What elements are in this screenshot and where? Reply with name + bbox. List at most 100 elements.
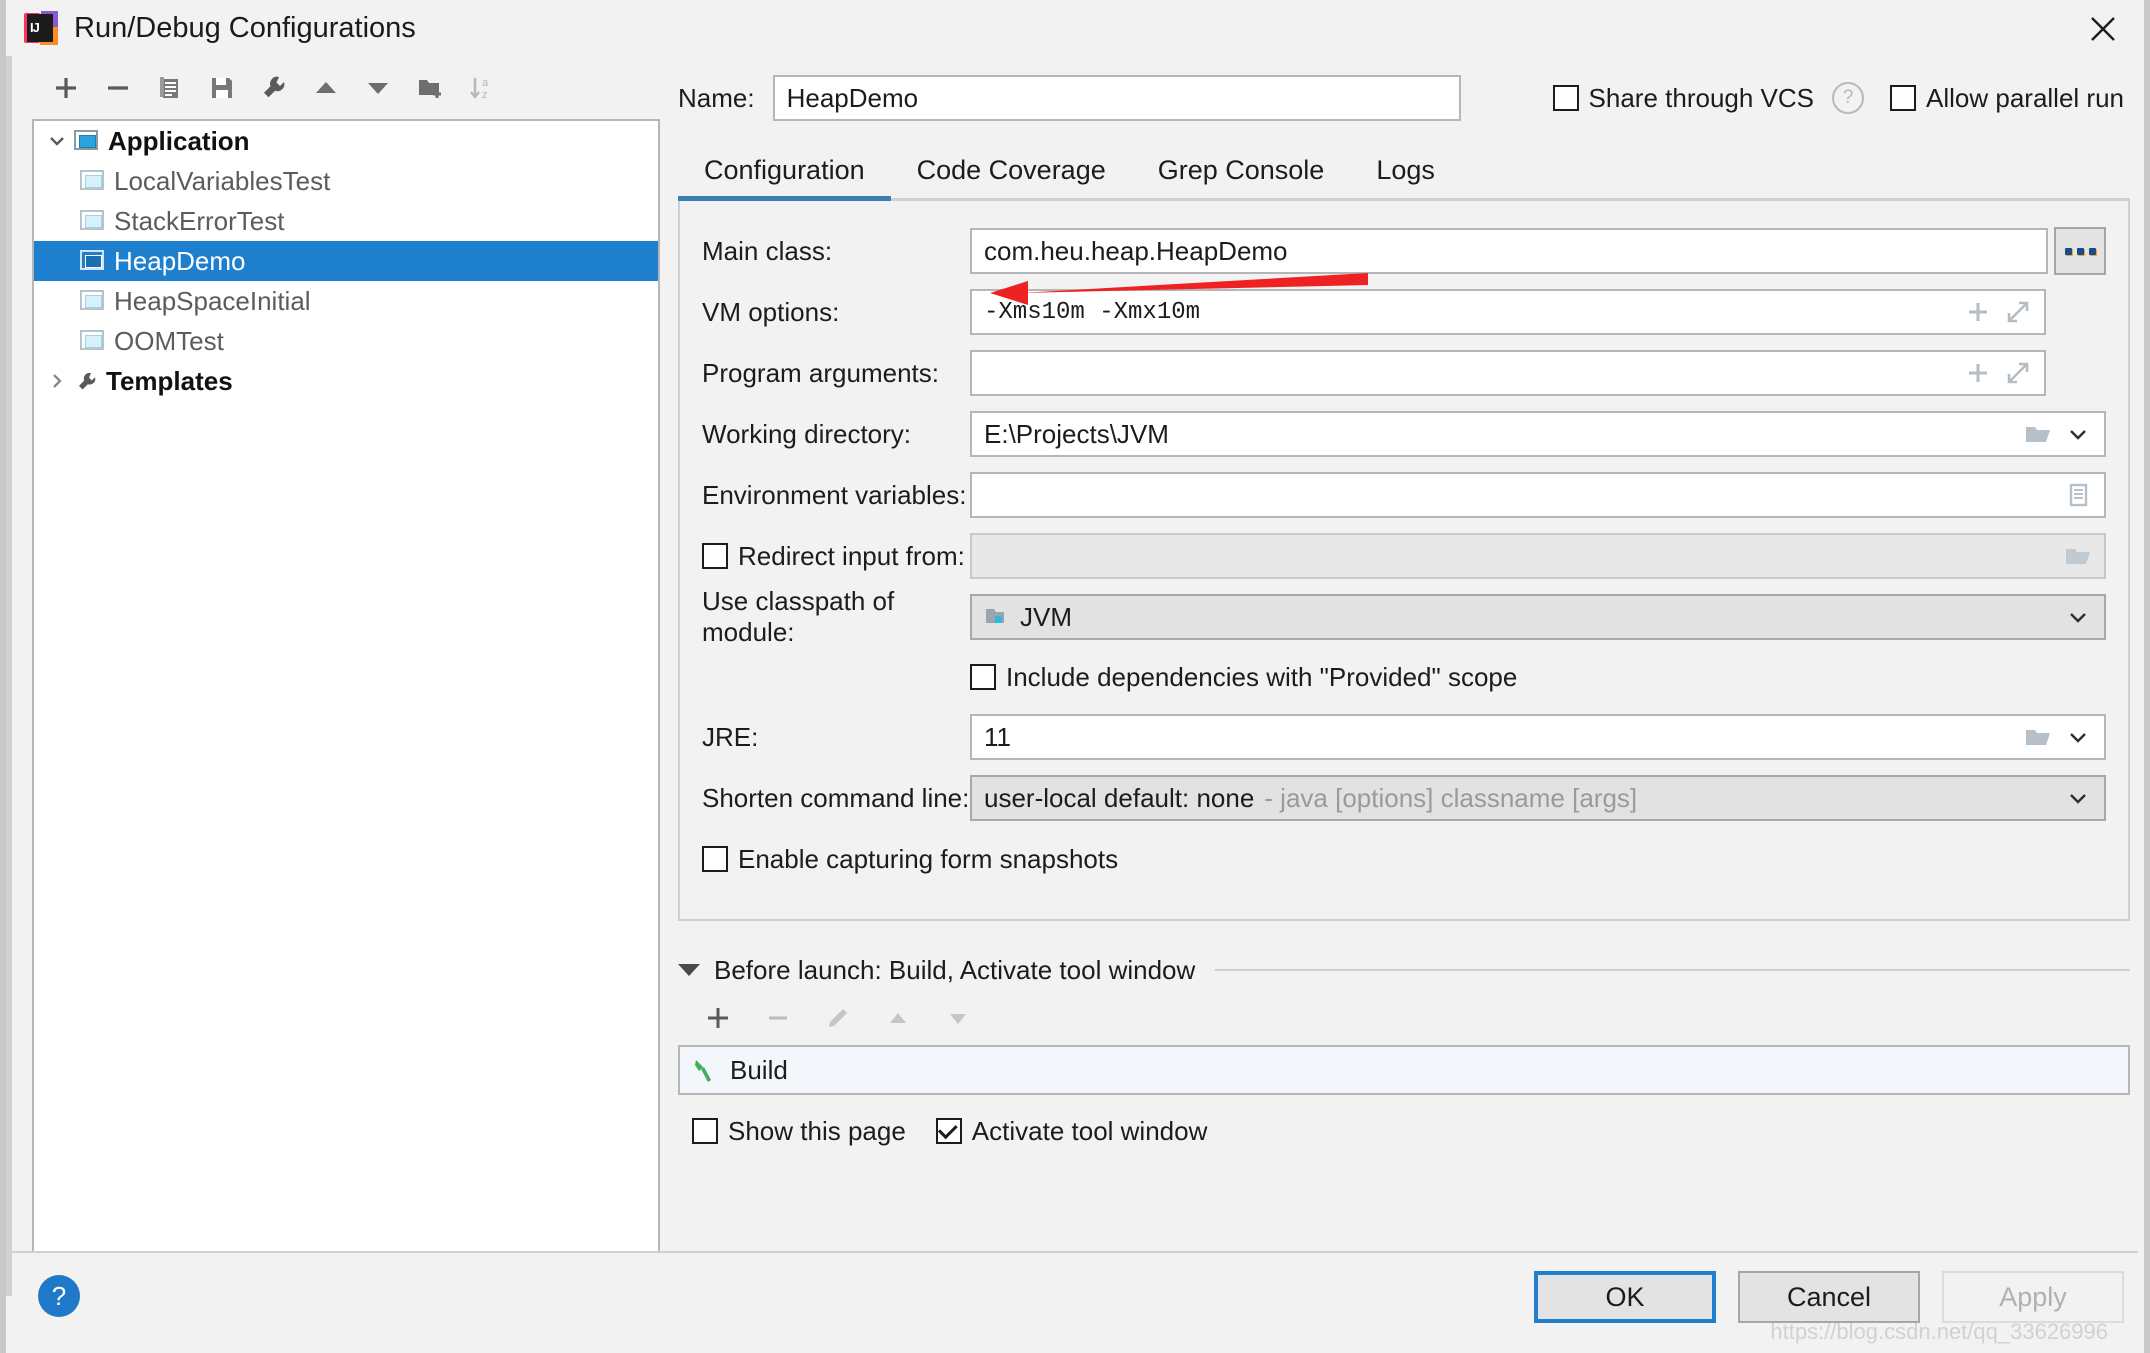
tree-item-application[interactable]: Application	[34, 121, 658, 161]
tree-item-label: HeapSpaceInitial	[114, 285, 311, 316]
main-class-browse-button[interactable]	[2054, 227, 2106, 275]
show-this-page-checkbox[interactable]: Show this page	[692, 1116, 906, 1147]
shorten-command-line-dropdown-icon[interactable]	[2058, 778, 2098, 818]
share-vcs-checkbox-box[interactable]	[1552, 85, 1579, 111]
help-icon[interactable]: ?	[38, 1275, 80, 1317]
include-provided-checkbox-box[interactable]	[970, 664, 996, 690]
add-configuration-button[interactable]	[40, 66, 92, 110]
tree-item-templates[interactable]: Templates	[34, 361, 658, 401]
tree-item-label: OOMTest	[114, 325, 224, 356]
before-launch-task-label: Build	[730, 1054, 788, 1085]
jre-folder-icon[interactable]	[2018, 717, 2058, 757]
collapse-triangle-icon[interactable]	[678, 964, 700, 976]
chevron-right-icon[interactable]	[40, 370, 74, 392]
working-directory-row: Working directory: E:\Projects\JVM	[702, 410, 2106, 458]
before-launch-header[interactable]: Before launch: Build, Activate tool wind…	[678, 949, 2130, 991]
tree-item-label: LocalVariablesTest	[114, 165, 331, 196]
working-directory-field[interactable]: E:\Projects\JVM	[970, 411, 2106, 457]
enable-capturing-checkbox-box[interactable]	[702, 846, 728, 872]
tree-item-localvariablestest[interactable]: LocalVariablesTest	[34, 161, 658, 201]
environment-variables-row: Environment variables:	[702, 471, 2106, 519]
shorten-command-line-hint: - java [options] classname [args]	[1264, 782, 1638, 813]
include-provided-checkbox[interactable]: Include dependencies with "Provided" sco…	[970, 662, 1517, 693]
configurations-tree[interactable]: Application LocalVariablesTest StackErro…	[32, 119, 660, 1267]
tree-item-heapdemo[interactable]: HeapDemo	[34, 241, 658, 281]
configuration-editor-panel: Name: Share through VCS ? Allow parallel…	[678, 56, 2130, 1253]
share-vcs-help-icon[interactable]: ?	[1832, 82, 1865, 114]
remove-configuration-button[interactable]	[92, 66, 144, 110]
copy-configuration-button[interactable]	[144, 66, 196, 110]
add-task-button[interactable]	[692, 996, 744, 1040]
vm-options-expand-icon[interactable]	[1998, 292, 2038, 332]
allow-parallel-run-checkbox[interactable]: Allow parallel run	[1890, 83, 2124, 114]
svg-text:z: z	[482, 89, 488, 101]
run-debug-configurations-dialog: IJ Run/Debug Configurations a z Applicat…	[0, 0, 2150, 1353]
program-arguments-row: Program arguments:	[702, 349, 2106, 397]
tree-item-heapspaceinitial[interactable]: HeapSpaceInitial	[34, 281, 658, 321]
tree-item-stackerrortest[interactable]: StackErrorTest	[34, 201, 658, 241]
working-directory-value: E:\Projects\JVM	[984, 418, 1169, 449]
activate-tool-window-checkbox-box[interactable]	[935, 1118, 962, 1144]
redirect-input-checkbox[interactable]: Redirect input from:	[702, 541, 970, 572]
create-folder-button[interactable]	[404, 66, 456, 110]
tab-configuration[interactable]: Configuration	[678, 155, 891, 201]
svg-text:a: a	[482, 77, 489, 89]
tree-item-oomtest[interactable]: OOMTest	[34, 321, 658, 361]
allow-parallel-label: Allow parallel run	[1926, 82, 2124, 113]
shorten-command-line-value: user-local default: none	[984, 782, 1255, 813]
move-task-up-button	[872, 996, 924, 1040]
main-class-row: Main class: com.heu.heap.HeapDemo	[702, 227, 2106, 275]
move-up-button[interactable]	[300, 66, 352, 110]
classpath-module-row: Use classpath of module: JVM	[702, 586, 2106, 647]
redirect-input-label: Redirect input from:	[738, 540, 965, 571]
classpath-module-combobox[interactable]: JVM	[970, 594, 2106, 640]
classpath-module-dropdown-icon[interactable]	[2058, 597, 2098, 637]
include-provided-label: Include dependencies with "Provided" sco…	[1006, 661, 1518, 692]
save-configuration-button[interactable]	[196, 66, 248, 110]
ok-button[interactable]: OK	[1534, 1271, 1716, 1323]
before-launch-task-list[interactable]: Build	[678, 1045, 2130, 1095]
close-icon[interactable]	[2076, 6, 2130, 52]
jre-dropdown-icon[interactable]	[2058, 717, 2098, 757]
activate-tool-window-checkbox[interactable]: Activate tool window	[935, 1116, 1207, 1147]
share-through-vcs-checkbox[interactable]: Share through VCS	[1552, 83, 1814, 114]
vm-options-add-icon[interactable]	[1958, 292, 1998, 332]
vm-options-field[interactable]: -Xms10m -Xmx10m	[970, 289, 2046, 335]
cancel-button[interactable]: Cancel	[1738, 1271, 1920, 1323]
environment-variables-list-icon[interactable]	[2058, 475, 2098, 515]
move-down-button[interactable]	[352, 66, 404, 110]
environment-variables-field[interactable]	[970, 472, 2106, 518]
main-class-field[interactable]: com.heu.heap.HeapDemo	[970, 228, 2048, 274]
show-this-page-label: Show this page	[728, 1115, 906, 1146]
program-arguments-expand-icon[interactable]	[1998, 353, 2038, 393]
editor-tabs: Configuration Code Coverage Grep Console…	[678, 138, 2130, 201]
program-arguments-add-icon[interactable]	[1958, 353, 1998, 393]
working-directory-folder-icon[interactable]	[2018, 414, 2058, 454]
before-launch-options: Show this page Activate tool window	[678, 1103, 2130, 1159]
sort-az-button[interactable]: a z	[456, 66, 508, 110]
move-task-down-button	[932, 996, 984, 1040]
left-edge-stripe	[6, 56, 12, 1296]
program-arguments-field[interactable]	[970, 350, 2046, 396]
redirect-input-checkbox-box[interactable]	[702, 543, 728, 569]
allow-parallel-checkbox-box[interactable]	[1890, 85, 1917, 111]
tab-logs[interactable]: Logs	[1350, 155, 1461, 198]
enable-capturing-checkbox[interactable]: Enable capturing form snapshots	[702, 844, 1118, 875]
show-this-page-checkbox-box[interactable]	[692, 1118, 718, 1144]
classpath-module-value: JVM	[1020, 601, 1072, 632]
chevron-down-icon[interactable]	[40, 130, 74, 152]
enable-capturing-label: Enable capturing form snapshots	[738, 843, 1119, 874]
name-input[interactable]	[772, 75, 1461, 121]
working-directory-dropdown-icon[interactable]	[2058, 414, 2098, 454]
tab-code-coverage[interactable]: Code Coverage	[891, 155, 1132, 198]
wrench-icon	[74, 370, 100, 392]
redirect-input-folder-icon	[2058, 536, 2098, 576]
tree-toolbar: a z	[22, 62, 662, 114]
vm-options-label: VM options:	[702, 296, 840, 327]
tab-grep-console[interactable]: Grep Console	[1132, 155, 1351, 198]
edit-templates-button[interactable]	[248, 66, 300, 110]
shorten-command-line-combobox[interactable]: user-local default: none - java [options…	[970, 775, 2106, 821]
configurations-panel: a z Application LocalVariablesTest Stack…	[22, 62, 662, 1267]
jre-combobox[interactable]: 11	[970, 714, 2106, 760]
tree-item-label: StackErrorTest	[114, 205, 285, 236]
